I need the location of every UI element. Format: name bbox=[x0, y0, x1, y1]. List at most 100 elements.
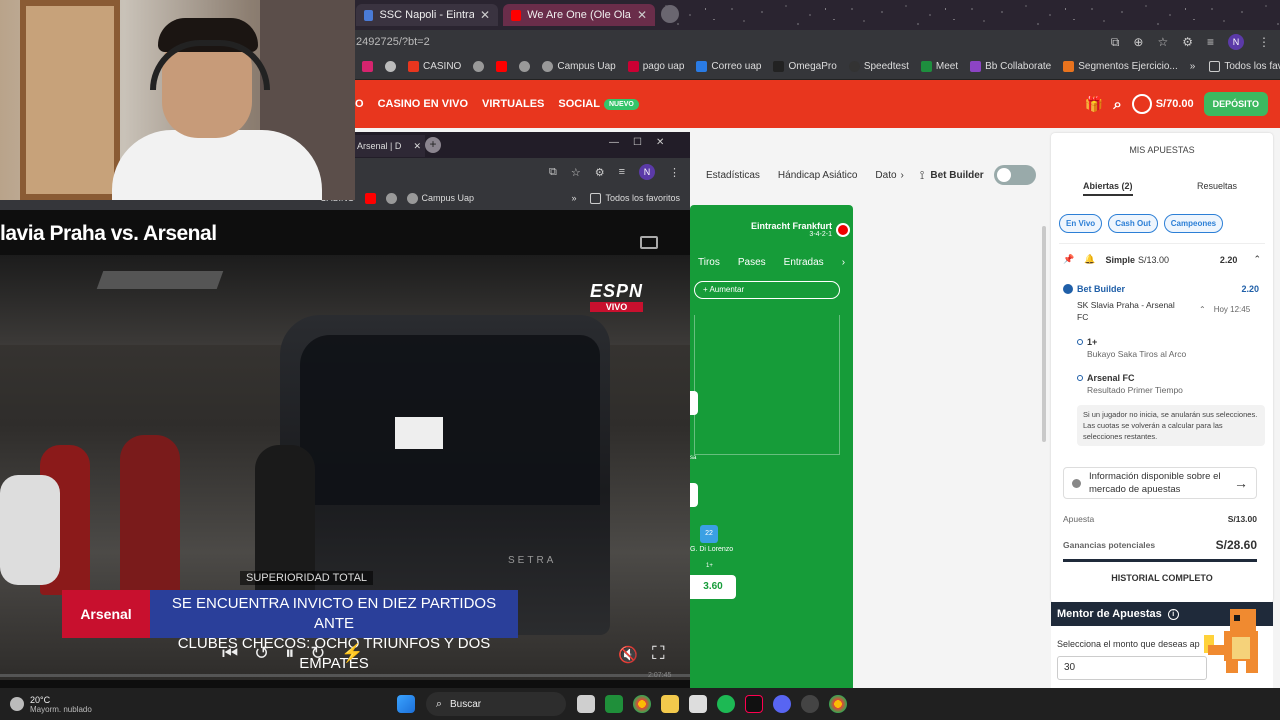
profile-avatar[interactable]: N bbox=[639, 164, 655, 180]
rewind-10-icon[interactable]: ↺ bbox=[254, 643, 269, 664]
menu-icon[interactable]: ⋮ bbox=[1258, 35, 1270, 49]
history-link[interactable]: HISTORIAL COMPLETO bbox=[1051, 573, 1273, 583]
bookmark-speedtest[interactable]: Speedtest bbox=[848, 61, 909, 72]
install-icon[interactable]: ⧉ bbox=[1111, 35, 1120, 50]
minimize-icon[interactable]: — bbox=[609, 137, 619, 148]
all-bookmarks[interactable]: Todos los favoritos bbox=[590, 192, 680, 204]
player-marker[interactable] bbox=[690, 391, 698, 415]
close-icon[interactable]: ✕ bbox=[637, 8, 647, 22]
tab-dato[interactable]: Dato bbox=[875, 170, 896, 181]
bookmark-campus-uap[interactable]: Campus Uap bbox=[542, 61, 616, 72]
install-icon[interactable]: ⧉ bbox=[549, 166, 557, 179]
windows-start-icon[interactable] bbox=[396, 695, 415, 713]
tab-handicap-asiatico[interactable]: Hándicap Asiático bbox=[778, 170, 858, 181]
bookmark-omegapro[interactable]: OmegaPro bbox=[773, 61, 837, 72]
youtube-icon[interactable] bbox=[364, 192, 376, 204]
tab-ole-ola[interactable]: We Are One (Ole Ola) (The Offi... ✕ bbox=[503, 4, 655, 26]
bookmark-casino[interactable]: CASINO bbox=[408, 61, 461, 72]
user-icon[interactable] bbox=[1131, 94, 1152, 114]
close-window-icon[interactable]: ✕ bbox=[656, 137, 664, 148]
bookmark-globe[interactable] bbox=[473, 61, 485, 72]
close-icon[interactable]: ✕ bbox=[480, 8, 490, 22]
info-card[interactable]: Información disponible sobre el mercado … bbox=[1063, 467, 1257, 499]
chrome-icon[interactable] bbox=[632, 695, 651, 713]
skip-back-icon[interactable]: ⏮ bbox=[222, 643, 238, 664]
tab-estadisticas[interactable]: Estadísticas bbox=[706, 170, 760, 181]
info-icon[interactable]: i bbox=[1167, 608, 1179, 620]
minecraft-icon[interactable] bbox=[604, 695, 623, 713]
bookmark-segmentos[interactable]: Segmentos Ejercicio... bbox=[1063, 61, 1178, 72]
tab-tiros[interactable]: Tiros bbox=[698, 257, 720, 268]
nav-item-fragment[interactable]: O bbox=[355, 98, 364, 110]
bookmark-github[interactable] bbox=[385, 61, 396, 72]
chevron-right-icon[interactable]: › bbox=[842, 257, 845, 268]
extensions-icon[interactable]: ⚙ bbox=[1182, 35, 1193, 49]
media-icon[interactable]: ≡ bbox=[619, 166, 625, 178]
star-icon[interactable]: ☆ bbox=[1157, 35, 1168, 49]
menu-icon[interactable]: ⋮ bbox=[669, 166, 680, 179]
balance[interactable]: S/70.00 bbox=[1156, 98, 1194, 110]
chevron-up-icon[interactable]: ⌃ bbox=[1199, 305, 1206, 314]
bookmark-pago-uap[interactable]: pago uap bbox=[627, 61, 684, 72]
deposit-button[interactable]: DEPÓSITO bbox=[1203, 92, 1268, 116]
tab-pases[interactable]: Pases bbox=[738, 257, 766, 268]
progress-bar[interactable] bbox=[0, 674, 690, 677]
inner-address-bar[interactable]: ⧉ ☆ ⚙ ≡ N ⋮ bbox=[355, 158, 690, 186]
more-bookmarks-icon[interactable]: » bbox=[1190, 61, 1196, 72]
chevron-up-icon[interactable]: ⌃ bbox=[1253, 254, 1261, 265]
nav-item-casino-en-vivo[interactable]: CASINO EN VIVO bbox=[378, 98, 468, 110]
pin-icon[interactable]: 📌 bbox=[1063, 254, 1074, 265]
search-icon[interactable]: ⌕ bbox=[1113, 96, 1121, 113]
tab-entradas[interactable]: Entradas bbox=[784, 257, 824, 268]
scrollbar[interactable] bbox=[1042, 226, 1046, 442]
all-bookmarks[interactable]: Todos los favoritos bbox=[1209, 61, 1280, 72]
chevron-right-icon[interactable]: › bbox=[901, 170, 904, 181]
steam-icon[interactable] bbox=[800, 695, 819, 713]
more-bookmarks-icon[interactable]: » bbox=[571, 193, 576, 203]
media-icon[interactable]: ≡ bbox=[1207, 35, 1214, 49]
spotify-icon[interactable] bbox=[716, 695, 735, 713]
filter-cash-out[interactable]: Cash Out bbox=[1108, 214, 1158, 233]
search-box[interactable]: ⌕ Buscar bbox=[425, 692, 566, 716]
tiktok-icon[interactable] bbox=[744, 695, 763, 713]
gift-icon[interactable]: 🎁 bbox=[1085, 95, 1104, 113]
bookmark-campus-uap[interactable]: Campus Uap bbox=[406, 192, 474, 204]
file-explorer-icon[interactable] bbox=[660, 695, 679, 713]
star-icon[interactable]: ☆ bbox=[571, 166, 581, 179]
tab-napoli[interactable]: SSC Napoli - Eintracht Frankfur... ✕ bbox=[356, 4, 498, 26]
pause-icon[interactable]: ⏸ bbox=[285, 643, 294, 664]
discord-icon[interactable] bbox=[772, 695, 791, 713]
lightning-icon[interactable]: ⚡ bbox=[341, 643, 363, 664]
filter-campeones[interactable]: Campeones bbox=[1163, 214, 1224, 233]
mute-icon[interactable]: 🔇 bbox=[618, 645, 638, 665]
tab-resueltas[interactable]: Resueltas bbox=[1197, 181, 1237, 191]
bookmark-globe-2[interactable] bbox=[519, 61, 531, 72]
odds-button[interactable]: 3.60 bbox=[690, 575, 736, 599]
subtitles-icon[interactable] bbox=[640, 236, 658, 249]
video-player[interactable]: SETRA ESPN VIVO SUPERIORIDAD TOTAL Arsen… bbox=[0, 255, 690, 680]
maximize-icon[interactable]: ☐ bbox=[633, 137, 642, 148]
weather-widget[interactable]: 20°C Mayorm. nublado bbox=[10, 695, 92, 714]
snipping-tool-icon[interactable] bbox=[688, 695, 707, 713]
bookmark-instagram[interactable] bbox=[362, 61, 373, 72]
filter-en-vivo[interactable]: En Vivo bbox=[1059, 214, 1103, 233]
nav-item-social[interactable]: SOCIAL NUEVO bbox=[558, 98, 639, 110]
task-view-icon[interactable] bbox=[576, 695, 595, 713]
extensions-icon[interactable]: ⚙ bbox=[595, 166, 605, 179]
aumentar-button[interactable]: + Aumentar bbox=[694, 281, 840, 299]
close-icon[interactable]: ✕ bbox=[413, 141, 421, 152]
fullscreen-icon[interactable]: ⛶ bbox=[652, 643, 665, 664]
bookmark-correo-uap[interactable]: Correo uap bbox=[696, 61, 761, 72]
new-tab-button[interactable] bbox=[661, 5, 679, 23]
globe-icon[interactable] bbox=[385, 192, 397, 204]
bookmark-youtube[interactable] bbox=[496, 61, 508, 72]
profile-avatar[interactable]: N bbox=[1228, 34, 1244, 50]
forward-10-icon[interactable]: ↻ bbox=[310, 643, 325, 664]
bet-builder-toggle[interactable] bbox=[993, 165, 1036, 185]
amount-input[interactable]: 30 bbox=[1057, 656, 1207, 680]
player-marker[interactable] bbox=[690, 483, 698, 507]
bookmark-meet[interactable]: Meet bbox=[920, 61, 958, 72]
zoom-icon[interactable]: ⊕ bbox=[1133, 35, 1143, 49]
chrome-profile-icon[interactable] bbox=[828, 695, 847, 713]
bookmark-bb-collaborate[interactable]: Bb Collaborate bbox=[970, 61, 1051, 72]
